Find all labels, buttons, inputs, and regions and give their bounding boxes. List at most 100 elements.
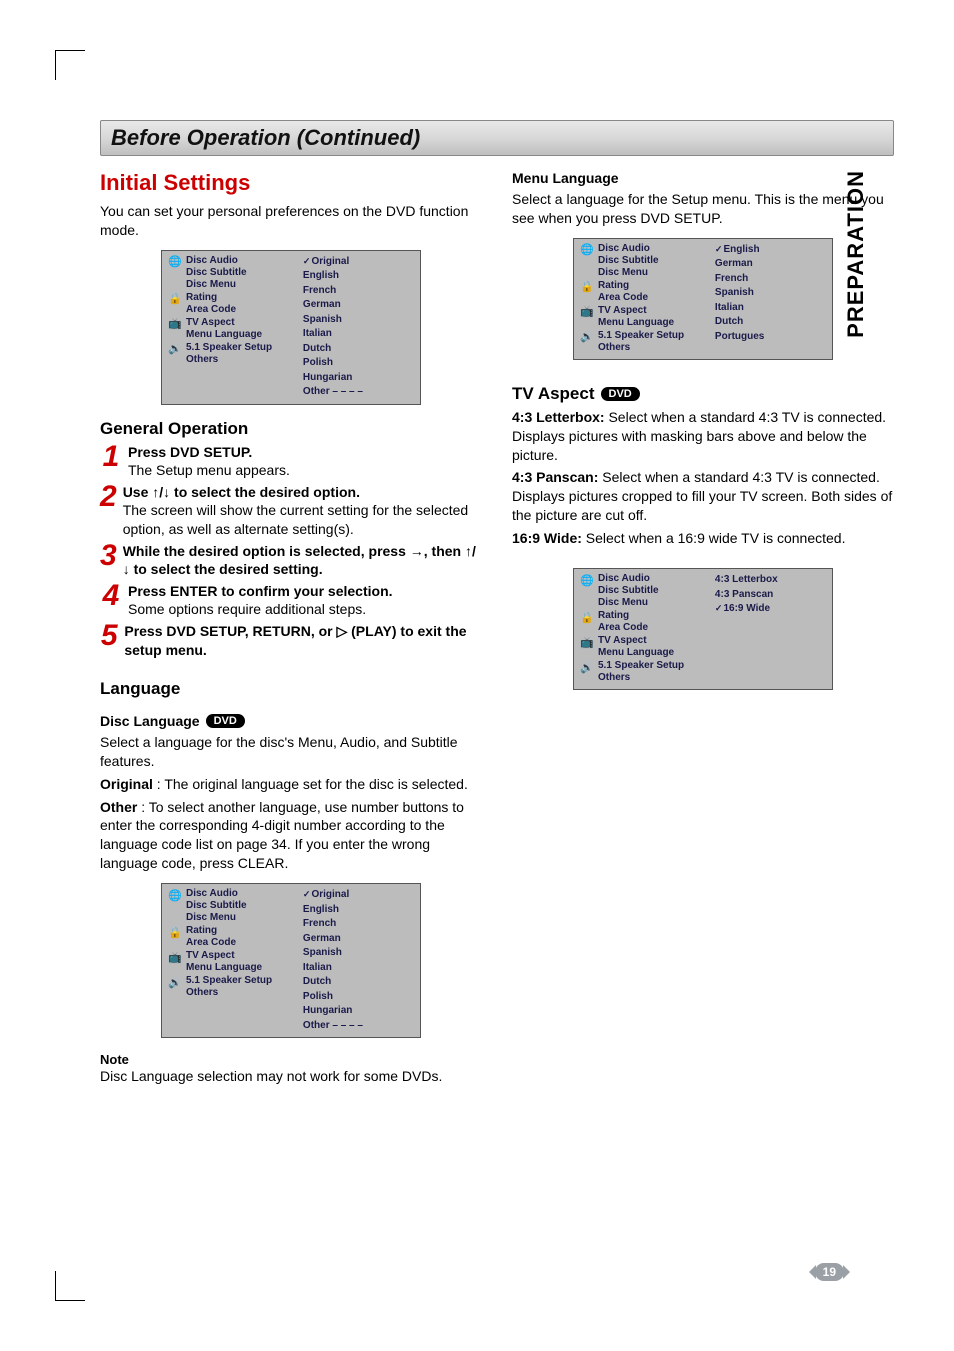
osd-group-icon: 🔒	[580, 610, 594, 624]
osd-menu-item: Rating	[598, 280, 648, 291]
initial-settings-body: You can set your personal preferences on…	[100, 202, 482, 240]
osd-menu-item: Menu Language	[598, 647, 674, 658]
osd-group-icon: 📺	[580, 305, 594, 319]
step: 2Use ↑/↓ to select the desired option.Th…	[100, 483, 482, 538]
tv-aspect-item: 4:3 Letterbox: Select when a standard 4:…	[512, 408, 894, 465]
step-number: 4	[100, 582, 122, 609]
osd-group-icon: 🔊	[580, 660, 594, 674]
osd-menu-item: Disc Menu	[186, 279, 247, 290]
osd-menu-item: 5.1 Speaker Setup	[598, 660, 684, 671]
osd-menu-item: Disc Subtitle	[598, 585, 659, 596]
osd-disc-language: 🌐Disc AudioDisc SubtitleDisc Menu🔒Rating…	[161, 883, 421, 1038]
osd-option: Portugues	[715, 330, 826, 345]
osd-group-icon: 🔊	[168, 975, 182, 989]
osd-option: Hungarian	[303, 371, 414, 386]
osd-menu-item: Disc Subtitle	[186, 900, 247, 911]
osd-group-icon: 📺	[168, 950, 182, 964]
menu-language-body: Select a language for the Setup menu. Th…	[512, 190, 894, 228]
dvd-badge: DVD	[601, 387, 640, 401]
osd-menu-item: Others	[186, 987, 272, 998]
crop-mark	[55, 1271, 85, 1301]
note-body: Disc Language selection may not work for…	[100, 1067, 482, 1086]
dvd-badge: DVD	[206, 714, 245, 728]
osd-menu-item: Others	[186, 354, 272, 365]
step: 1Press DVD SETUP.The Setup menu appears.	[100, 443, 482, 479]
osd-option: German	[303, 932, 414, 947]
tv-aspect-item: 4:3 Panscan: Select when a standard 4:3 …	[512, 468, 894, 525]
step: 5Press DVD SETUP, RETURN, or ▷ (PLAY) to…	[100, 622, 482, 658]
osd-option: Hungarian	[303, 1004, 414, 1019]
osd-option: German	[715, 257, 826, 272]
section-title: Before Operation (Continued)	[111, 125, 883, 151]
osd-option: Polish	[303, 356, 414, 371]
osd-option: Dutch	[715, 315, 826, 330]
osd-group-icon: 🔒	[168, 925, 182, 939]
osd-menu-item: Disc Audio	[186, 255, 247, 266]
osd-menu-item: TV Aspect	[598, 305, 674, 316]
osd-menu-item: Area Code	[598, 292, 648, 303]
osd-group-icon: 🌐	[168, 888, 182, 902]
step: 3While the desired option is selected, p…	[100, 542, 482, 578]
osd-menu-language: 🌐Disc AudioDisc SubtitleDisc Menu🔒Rating…	[573, 238, 833, 360]
osd-menu-item: Area Code	[186, 304, 236, 315]
step-number: 1	[100, 443, 122, 470]
osd-menu-item: Rating	[186, 925, 236, 936]
osd-menu-item: Area Code	[598, 622, 648, 633]
osd-menu-item: Disc Subtitle	[598, 255, 659, 266]
osd-option: Dutch	[303, 342, 414, 357]
osd-option: Spanish	[303, 946, 414, 961]
step-number: 2	[100, 483, 117, 510]
osd-menu-item: Menu Language	[186, 962, 262, 973]
content-columns: Initial Settings You can set your person…	[100, 170, 894, 1090]
tv-aspect-item: 16:9 Wide: Select when a 16:9 wide TV is…	[512, 529, 894, 548]
step-number: 3	[100, 542, 117, 569]
osd-menu-item: Rating	[186, 292, 236, 303]
osd-option: 4:3 Panscan	[715, 588, 826, 603]
tv-aspect-heading: TV Aspect DVD	[512, 384, 894, 404]
osd-menu-item: Disc Subtitle	[186, 267, 247, 278]
step-body: Press DVD SETUP.The Setup menu appears.	[128, 443, 290, 479]
osd-disc-audio: 🌐 Disc AudioDisc SubtitleDisc Menu 🔒 Rating…	[161, 250, 421, 405]
disc-language-body: Select a language for the disc's Menu, A…	[100, 733, 482, 771]
osd-option: Polish	[303, 990, 414, 1005]
step-body: While the desired option is selected, pr…	[123, 542, 482, 578]
disc-language-other: Other : To select another language, use …	[100, 798, 482, 874]
osd-option: Spanish	[715, 286, 826, 301]
osd-option: Other – – – –	[303, 1019, 414, 1034]
osd-menu-item: 5.1 Speaker Setup	[598, 330, 684, 341]
page-number: 19	[815, 1263, 844, 1281]
osd-option: Original	[303, 888, 414, 903]
general-operation-heading: General Operation	[100, 419, 482, 439]
osd-menu-item: Rating	[598, 610, 648, 621]
osd-menu-item: 5.1 Speaker Setup	[186, 975, 272, 986]
osd-menu-item: Area Code	[186, 937, 236, 948]
manual-page: PREPARATION Before Operation (Continued)…	[0, 0, 954, 1351]
left-column: Initial Settings You can set your person…	[100, 170, 482, 1090]
osd-group-icon: 📺	[580, 635, 594, 649]
osd-group-icon: 🔊	[168, 342, 182, 356]
language-heading: Language	[100, 679, 482, 699]
osd-menu-item: TV Aspect	[598, 635, 674, 646]
osd-menu-item: TV Aspect	[186, 317, 262, 328]
disc-language-original: Original : The original language set for…	[100, 775, 482, 794]
side-tab-label: PREPARATION	[843, 170, 869, 338]
note-label: Note	[100, 1052, 482, 1067]
osd-group-icon: 📺	[168, 317, 182, 331]
osd-option: Italian	[303, 961, 414, 976]
osd-menu-item: 5.1 Speaker Setup	[186, 342, 272, 353]
step-body: Press ENTER to confirm your selection.So…	[128, 582, 393, 618]
tv-aspect-descriptions: 4:3 Letterbox: Select when a standard 4:…	[512, 408, 894, 548]
osd-group-icon: 🔒	[168, 292, 182, 306]
osd-menu-item: Disc Menu	[598, 267, 659, 278]
osd-option: Italian	[303, 327, 414, 342]
osd-option: 4:3 Letterbox	[715, 573, 826, 588]
osd-option: Dutch	[303, 975, 414, 990]
osd-option: French	[715, 272, 826, 287]
osd-option: Other – – – –	[303, 385, 414, 400]
osd-option: French	[303, 284, 414, 299]
osd-group-icon: 🌐	[168, 255, 182, 269]
osd-option: French	[303, 917, 414, 932]
step-body: Press DVD SETUP, RETURN, or ▷ (PLAY) to …	[124, 622, 482, 658]
osd-option: Italian	[715, 301, 826, 316]
osd-option: 16:9 Wide	[715, 602, 826, 617]
